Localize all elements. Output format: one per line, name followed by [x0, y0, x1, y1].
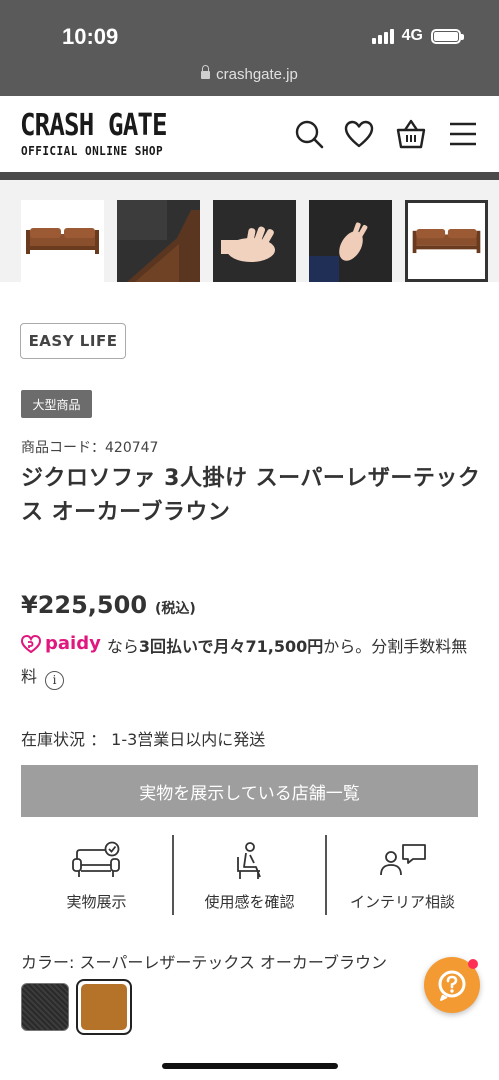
header-divider [0, 172, 499, 180]
feature-try-label: 使用感を確認 [204, 893, 295, 911]
paidy-brand: paidy [45, 633, 101, 654]
url-text: crashgate.jp [216, 66, 298, 83]
thumbnail-armrest[interactable] [117, 200, 200, 282]
thumbnail-sofa-selected[interactable] [405, 200, 488, 282]
status-indicators: 4G [371, 27, 464, 45]
size-tag: 大型商品 [21, 390, 92, 418]
paidy-logo: paidy [21, 629, 101, 659]
logo-subtitle: OFFICIAL ONLINE SHOP [21, 144, 164, 158]
paidy-text-before: なら [106, 637, 139, 656]
feature-try[interactable]: 使用感を確認 [172, 835, 325, 915]
consult-icon [379, 844, 426, 876]
home-indicator[interactable] [162, 1063, 338, 1069]
menu-icon[interactable] [446, 118, 478, 150]
help-icon [438, 970, 466, 1001]
lock-icon [201, 65, 211, 79]
chair-person-icon [236, 842, 261, 879]
notification-dot [468, 959, 478, 969]
thumbnail-hand-fabric[interactable] [213, 200, 296, 282]
status-bar: 10:09 4G crashgate.jp [0, 0, 499, 96]
sofa-check-icon [71, 841, 120, 877]
tax-note: (税込) [155, 601, 196, 617]
feature-consult[interactable]: インテリア相談 [325, 835, 478, 915]
address-bar[interactable]: crashgate.jp [0, 65, 499, 83]
thumbnail-strip [0, 180, 499, 282]
series-badge[interactable]: EASY LIFE [20, 323, 126, 359]
thumbnail-hand-surface[interactable] [309, 200, 392, 282]
signal-icon [371, 28, 394, 44]
feature-consult-label: インテリア相談 [349, 893, 455, 911]
thumbnail-sofa-front[interactable] [21, 200, 104, 282]
product-code: 商品コード：420747 [21, 440, 159, 456]
feature-display[interactable]: 実物展示 [21, 835, 172, 915]
color-swatch-ochre-fill [81, 984, 127, 1030]
heart-icon[interactable] [343, 118, 375, 150]
paidy-installment-note: paidy なら3回払いで月々71,500円から。分割手数料無料 i [21, 629, 481, 692]
color-swatch-ochre-brown[interactable] [76, 979, 132, 1035]
product-title: ジクロソファ 3人掛け スーパーレザーテックス オーカーブラウン [21, 466, 481, 525]
price: ¥225,500 [21, 591, 148, 619]
paidy-heart-icon [21, 635, 41, 653]
stock-status: 在庫状況 ： 1-3営業日以内に発送 [21, 730, 266, 749]
color-label: カラー: スーパーレザーテックス オーカーブラウン [21, 953, 387, 972]
price-row: ¥225,500 (税込) [21, 591, 196, 619]
battery-icon [431, 28, 464, 44]
feature-display-label: 実物展示 [66, 893, 127, 911]
network-label: 4G [401, 27, 423, 44]
search-icon[interactable] [293, 118, 325, 150]
feature-row: 実物展示 使用感を確認 インテリア相談 [21, 835, 478, 915]
store-list-button[interactable]: 実物を展示している店舗一覧 [21, 765, 478, 817]
site-header: CRASH GATE OFFICIAL ONLINE SHOP [0, 96, 499, 172]
logo[interactable]: CRASH GATE [20, 108, 168, 143]
info-icon[interactable]: i [45, 670, 65, 690]
color-swatch-black[interactable] [21, 983, 69, 1031]
paidy-highlight: 3回払いで月々71,500円 [138, 637, 324, 656]
cart-icon[interactable] [395, 118, 427, 150]
help-chat-button[interactable] [424, 957, 480, 1013]
status-time: 10:09 [62, 24, 119, 49]
